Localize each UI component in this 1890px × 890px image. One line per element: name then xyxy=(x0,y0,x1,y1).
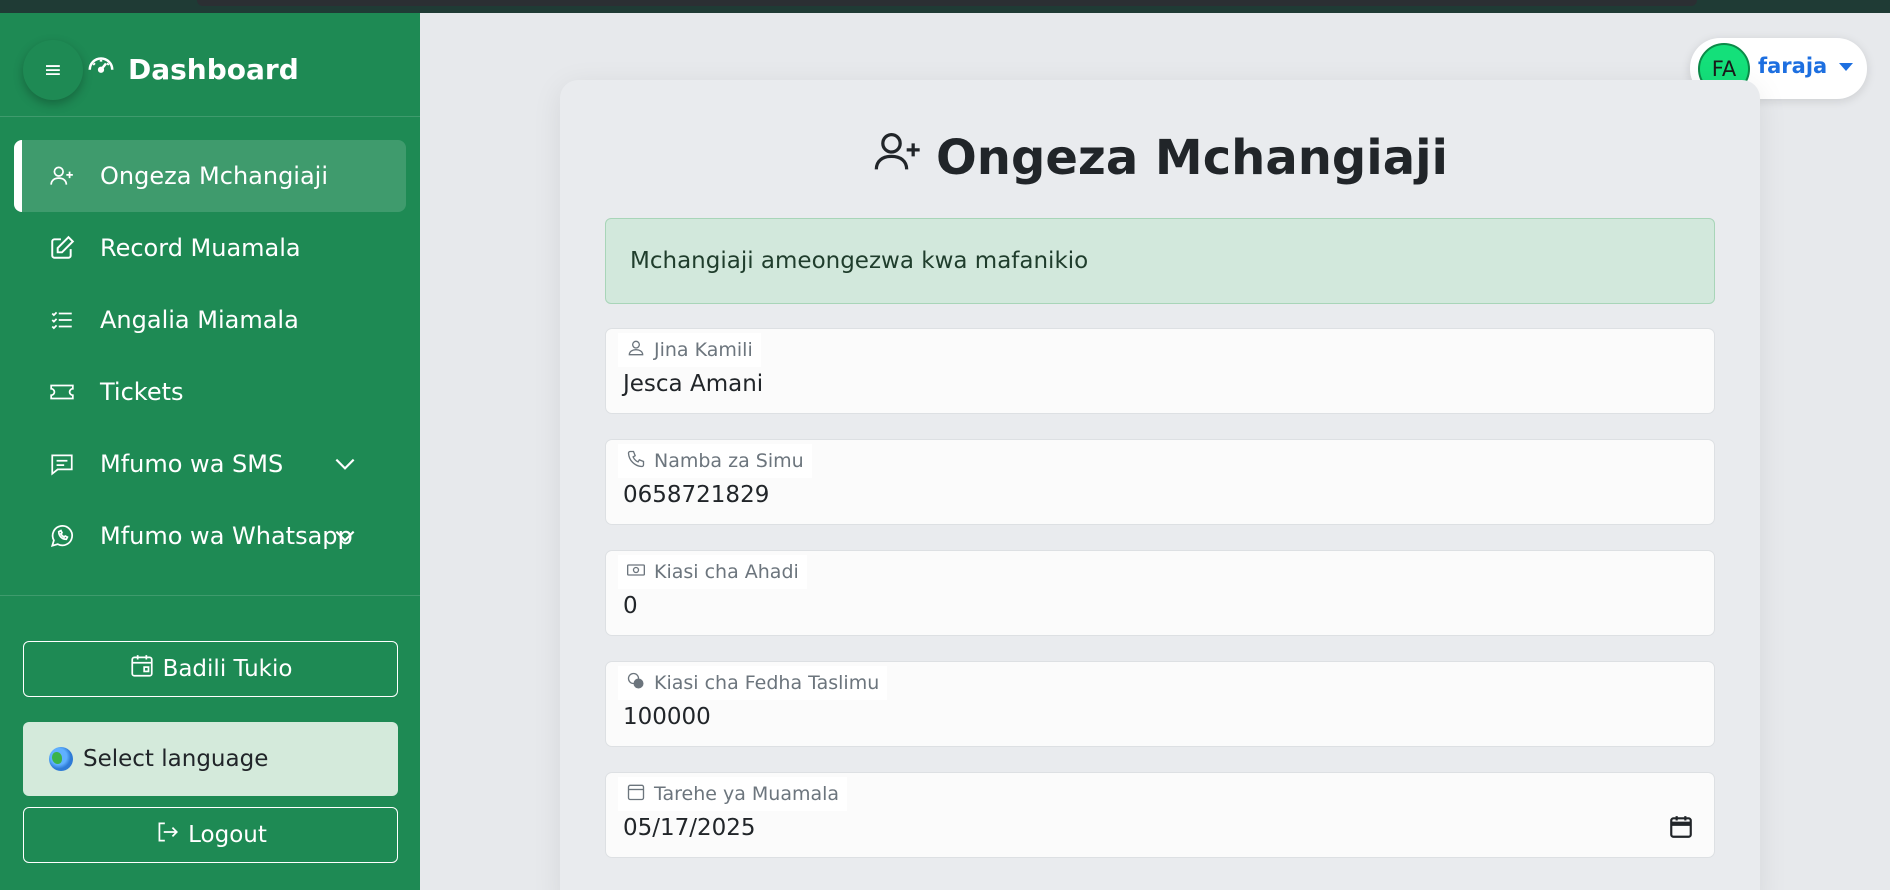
sidebar-item-label: Tickets xyxy=(100,378,184,406)
sidebar-item-ongeza-mchangiaji[interactable]: Ongeza Mchangiaji xyxy=(14,140,406,212)
ticket-icon xyxy=(48,378,76,406)
message-icon xyxy=(48,450,76,478)
full-name-field[interactable]: Jina Kamili Jesca Amani xyxy=(605,328,1715,414)
sidebar-item-mfumo-sms[interactable]: Mfumo wa SMS xyxy=(14,428,406,500)
sidebar-header: ≡ Dashboard xyxy=(0,13,420,117)
sidebar-item-label: Record Muamala xyxy=(100,234,301,262)
transaction-date-field[interactable]: Tarehe ya Muamala 05/17/2025 xyxy=(605,772,1715,858)
menu-toggle-button[interactable]: ≡ xyxy=(23,40,83,100)
language-label: Select language xyxy=(83,746,269,772)
cash-icon xyxy=(626,560,646,585)
field-label: Tarehe ya Muamala xyxy=(618,777,848,811)
phone-input[interactable]: 0658721829 xyxy=(623,482,769,508)
sidebar-item-label: Angalia Miamala xyxy=(100,306,299,334)
phone-icon xyxy=(626,449,646,474)
calendar-event-icon xyxy=(129,653,155,685)
sidebar-item-mfumo-whatsapp[interactable]: Mfumo wa Whatsapp xyxy=(14,500,406,572)
chevron-down-icon[interactable] xyxy=(332,451,358,477)
field-label-text: Namba za Simu xyxy=(654,450,804,472)
form-card: Ongeza Mchangiaji Mchangiaji ameongezwa … xyxy=(560,80,1760,890)
field-label-text: Tarehe ya Muamala xyxy=(654,783,840,805)
sidebar-nav: Ongeza Mchangiaji Record Muamala Angalia… xyxy=(14,140,406,572)
edit-icon xyxy=(48,234,76,262)
language-selector[interactable]: Select language xyxy=(23,722,398,796)
sidebar-item-label: Mfumo wa SMS xyxy=(100,450,284,478)
field-label: Namba za Simu xyxy=(618,444,812,478)
field-label: Kiasi cha Ahadi xyxy=(618,555,807,589)
logout-button[interactable]: Logout xyxy=(23,807,398,863)
browser-top-strip-inner xyxy=(197,0,1697,6)
user-plus-icon xyxy=(48,162,76,190)
person-icon xyxy=(626,338,646,363)
calendar-icon xyxy=(626,782,646,807)
sidebar-item-angalia-miamala[interactable]: Angalia Miamala xyxy=(14,284,406,356)
field-label-text: Jina Kamili xyxy=(654,339,753,361)
brand[interactable]: Dashboard xyxy=(86,49,299,89)
date-picker-icon[interactable] xyxy=(1668,814,1694,840)
sidebar: ≡ Dashboard Ongeza Mchangiaji Record Mua… xyxy=(0,13,420,890)
logout-label: Logout xyxy=(188,822,267,848)
logout-icon xyxy=(154,819,180,851)
sidebar-item-record-muamala[interactable]: Record Muamala xyxy=(14,212,406,284)
brand-label: Dashboard xyxy=(128,52,299,86)
caret-down-icon[interactable] xyxy=(1839,63,1853,71)
sidebar-item-label: Mfumo wa Whatsapp xyxy=(100,522,353,550)
list-check-icon xyxy=(48,306,76,334)
whatsapp-icon xyxy=(48,522,76,550)
globe-icon xyxy=(49,747,73,771)
user-plus-icon xyxy=(872,126,924,190)
transaction-date-input[interactable]: 05/17/2025 xyxy=(623,815,756,841)
field-label: Jina Kamili xyxy=(618,333,761,367)
browser-top-strip xyxy=(0,0,1890,13)
user-name: faraja xyxy=(1758,54,1828,78)
change-event-label: Badili Tukio xyxy=(162,656,293,682)
change-event-button[interactable]: Badili Tukio xyxy=(23,641,398,697)
sidebar-item-tickets[interactable]: Tickets xyxy=(14,356,406,428)
sidebar-divider xyxy=(0,595,420,596)
field-label: Kiasi cha Fedha Taslimu xyxy=(618,666,888,700)
coins-icon xyxy=(626,671,646,696)
pledge-amount-field[interactable]: Kiasi cha Ahadi 0 xyxy=(605,550,1715,636)
alert-message: Mchangiaji ameongezwa kwa mafanikio xyxy=(630,248,1089,274)
phone-field[interactable]: Namba za Simu 0658721829 xyxy=(605,439,1715,525)
field-label-text: Kiasi cha Ahadi xyxy=(654,561,799,583)
page-title: Ongeza Mchangiaji xyxy=(560,128,1760,188)
speedometer-icon xyxy=(86,51,116,88)
success-alert: Mchangiaji ameongezwa kwa mafanikio xyxy=(605,218,1715,304)
cash-amount-field[interactable]: Kiasi cha Fedha Taslimu 100000 xyxy=(605,661,1715,747)
sidebar-item-label: Ongeza Mchangiaji xyxy=(100,162,329,190)
field-label-text: Kiasi cha Fedha Taslimu xyxy=(654,672,880,694)
page-title-text: Ongeza Mchangiaji xyxy=(936,130,1448,186)
pledge-amount-input[interactable]: 0 xyxy=(623,593,638,619)
chevron-down-icon[interactable] xyxy=(332,523,358,549)
full-name-input[interactable]: Jesca Amani xyxy=(623,371,763,397)
cash-amount-input[interactable]: 100000 xyxy=(623,704,711,730)
hamburger-icon: ≡ xyxy=(43,57,63,83)
